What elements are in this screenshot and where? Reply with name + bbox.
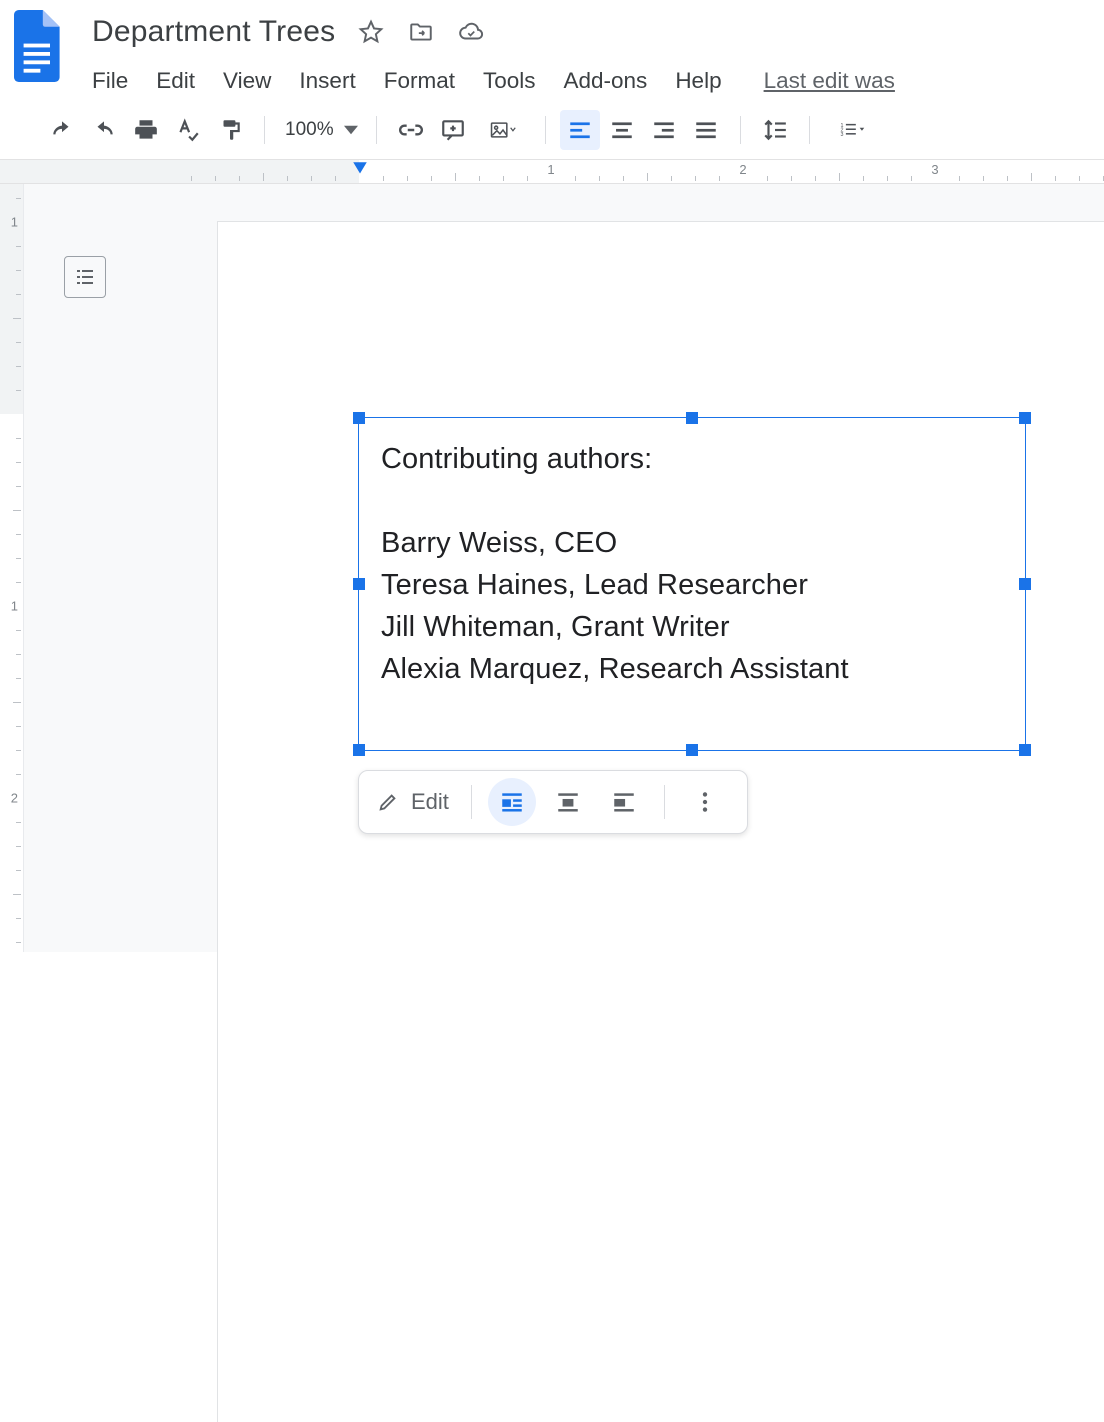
- menu-view[interactable]: View: [223, 68, 271, 94]
- align-left-button[interactable]: [560, 110, 600, 150]
- cloud-saved-icon[interactable]: [457, 18, 485, 46]
- undo-button[interactable]: [42, 110, 82, 150]
- numbered-list-button[interactable]: 123: [824, 110, 880, 150]
- resize-handle-tm[interactable]: [686, 412, 698, 424]
- print-button[interactable]: [126, 110, 166, 150]
- drawing-content: Contributing authors: Barry Weiss, CEO T…: [359, 418, 1025, 710]
- insert-link-button[interactable]: [391, 110, 431, 150]
- align-center-button[interactable]: [602, 110, 642, 150]
- last-edit-link[interactable]: Last edit was: [764, 68, 895, 94]
- menu-file[interactable]: File: [92, 68, 128, 94]
- resize-handle-mr[interactable]: [1019, 578, 1031, 590]
- add-comment-button[interactable]: [433, 110, 473, 150]
- resize-handle-ml[interactable]: [353, 578, 365, 590]
- menu-insert[interactable]: Insert: [299, 68, 355, 94]
- drawing-line: Jill Whiteman, Grant Writer: [381, 606, 1003, 648]
- document-canvas[interactable]: Contributing authors: Barry Weiss, CEO T…: [24, 184, 1104, 952]
- zoom-value: 100%: [285, 119, 334, 141]
- insert-image-button[interactable]: [475, 110, 531, 150]
- more-options-button[interactable]: [681, 778, 729, 826]
- align-right-button[interactable]: [644, 110, 684, 150]
- outline-toggle-button[interactable]: [64, 256, 106, 298]
- spellcheck-button[interactable]: [168, 110, 208, 150]
- wrap-break-button[interactable]: [544, 778, 592, 826]
- resize-handle-br[interactable]: [1019, 744, 1031, 756]
- align-justify-button[interactable]: [686, 110, 726, 150]
- svg-text:3: 3: [840, 132, 843, 138]
- wrap-inline-button[interactable]: [488, 778, 536, 826]
- docs-logo[interactable]: [10, 10, 66, 82]
- menu-format[interactable]: Format: [384, 68, 455, 94]
- drawing-line: Barry Weiss, CEO: [381, 522, 1003, 564]
- drawing-line: Alexia Marquez, Research Assistant: [381, 648, 1003, 690]
- page[interactable]: Contributing authors: Barry Weiss, CEO T…: [218, 222, 1104, 1422]
- move-folder-icon[interactable]: [407, 18, 435, 46]
- menu-edit[interactable]: Edit: [156, 68, 195, 94]
- doc-title[interactable]: Department Trees: [92, 15, 335, 49]
- app-header: Department Trees File Edit View Insert F…: [0, 0, 1104, 94]
- vertical-ruler[interactable]: 112: [0, 184, 24, 952]
- line-spacing-button[interactable]: [755, 110, 795, 150]
- menu-bar: File Edit View Insert Format Tools Add-o…: [92, 68, 1096, 94]
- redo-button[interactable]: [84, 110, 124, 150]
- wrap-behind-button[interactable]: [600, 778, 648, 826]
- paint-format-button[interactable]: [210, 110, 250, 150]
- image-options-toolbar: Edit: [358, 770, 748, 834]
- resize-handle-tr[interactable]: [1019, 412, 1031, 424]
- star-icon[interactable]: [357, 18, 385, 46]
- edit-drawing-button[interactable]: Edit: [377, 789, 455, 815]
- zoom-selector[interactable]: 100%: [285, 119, 358, 141]
- menu-help[interactable]: Help: [675, 68, 721, 94]
- horizontal-ruler[interactable]: /* ticks drawn below via absolute spans …: [0, 160, 1104, 184]
- chevron-down-icon: [344, 123, 358, 137]
- selected-drawing[interactable]: Contributing authors: Barry Weiss, CEO T…: [358, 417, 1026, 751]
- resize-handle-bl[interactable]: [353, 744, 365, 756]
- drawing-line: Teresa Haines, Lead Researcher: [381, 564, 1003, 606]
- menu-tools[interactable]: Tools: [483, 68, 536, 94]
- drawing-heading: Contributing authors:: [381, 438, 1003, 480]
- edit-label: Edit: [411, 789, 449, 815]
- resize-handle-bm[interactable]: [686, 744, 698, 756]
- toolbar: 100% 123: [0, 100, 1104, 160]
- resize-handle-tl[interactable]: [353, 412, 365, 424]
- menu-addons[interactable]: Add-ons: [564, 68, 648, 94]
